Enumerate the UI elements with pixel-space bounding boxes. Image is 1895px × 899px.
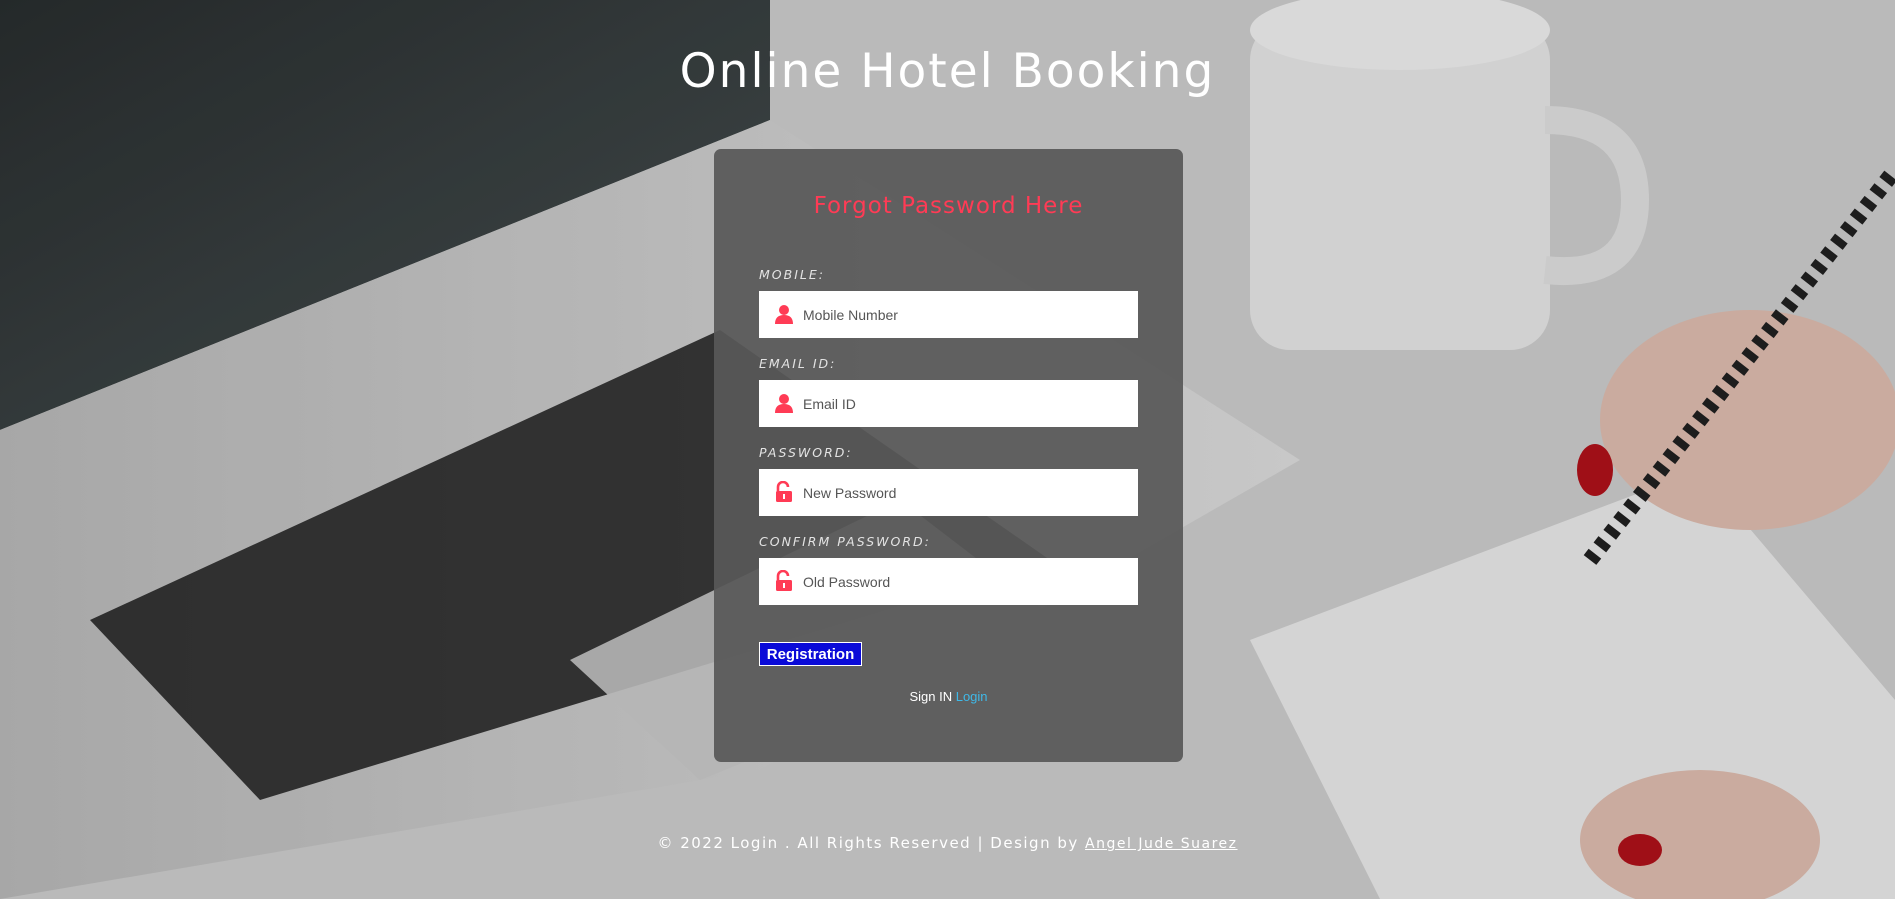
password-label: PASSWORD:: [759, 445, 853, 460]
mobile-field: [759, 291, 1138, 338]
old-password-input[interactable]: [801, 558, 1125, 605]
unlock-icon: [776, 481, 792, 502]
registration-button[interactable]: Registration: [759, 642, 862, 666]
mobile-label: MOBILE:: [759, 267, 825, 282]
footer: © 2022 Login . All Rights Reserved | Des…: [0, 834, 1895, 852]
user-icon: [775, 305, 793, 324]
confirm-password-field: [759, 558, 1138, 605]
email-label: EMAIL ID:: [759, 356, 837, 371]
page-title: Online Hotel Booking: [679, 44, 1216, 99]
designer-link[interactable]: Angel Jude Suarez: [1085, 836, 1238, 852]
confirm-password-label: CONFIRM PASSWORD:: [759, 534, 931, 549]
mobile-input[interactable]: [801, 291, 1125, 338]
email-field: [759, 380, 1138, 427]
login-link[interactable]: Login: [956, 689, 988, 704]
forgot-password-panel: Forgot Password Here MOBILE: EMAIL ID: P…: [714, 149, 1183, 762]
new-password-input[interactable]: [801, 469, 1125, 516]
email-input[interactable]: [801, 380, 1125, 427]
user-icon: [775, 394, 793, 413]
form-title: Forgot Password Here: [813, 193, 1084, 219]
footer-text: © 2022 Login . All Rights Reserved | Des…: [657, 834, 1079, 852]
password-field: [759, 469, 1138, 516]
signin-line: Sign IN Login: [714, 689, 1183, 704]
unlock-icon: [776, 570, 792, 591]
signin-text: Sign IN: [909, 689, 953, 704]
